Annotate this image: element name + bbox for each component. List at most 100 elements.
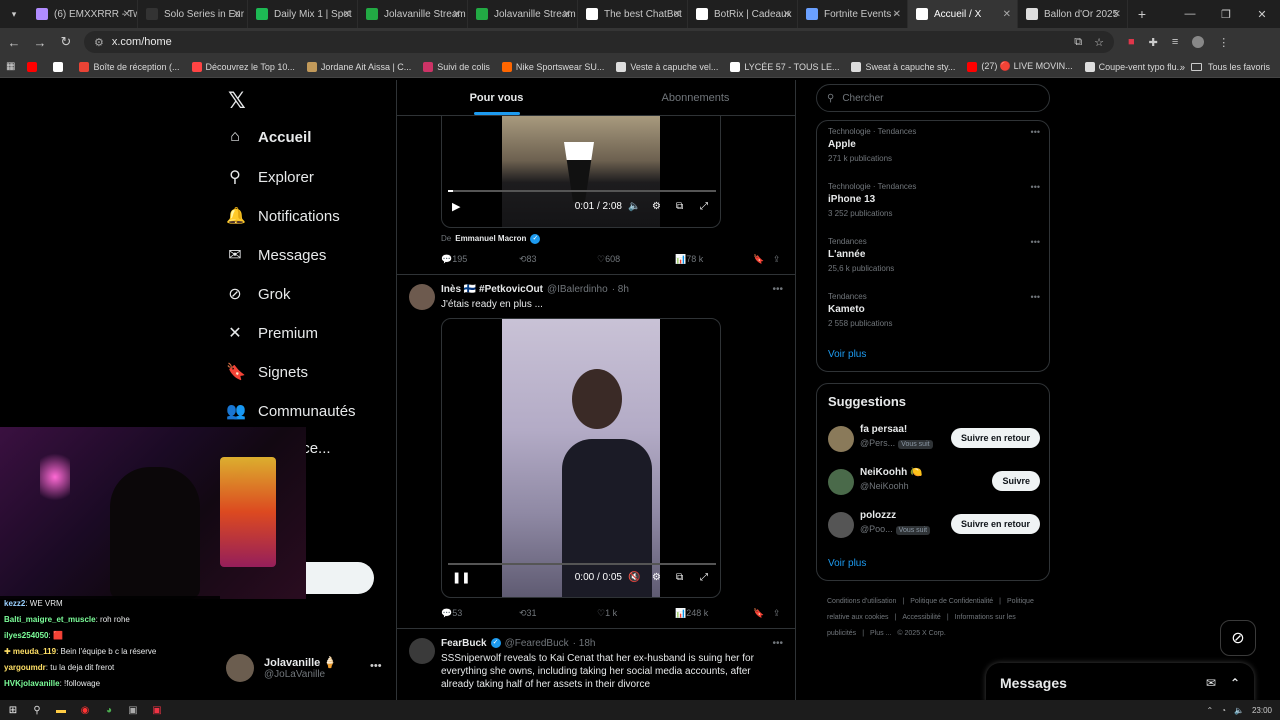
- bookmark-item[interactable]: Découvrez le Top 10...: [186, 61, 301, 72]
- install-icon[interactable]: ⧉: [1074, 36, 1082, 49]
- more-bookmarks-icon[interactable]: »: [1180, 62, 1185, 72]
- follow-button[interactable]: Suivre en retour: [950, 428, 1040, 448]
- close-tab-icon[interactable]: ✕: [123, 9, 131, 20]
- browser-tab[interactable]: Solo Series in Eur ✕: [138, 0, 248, 28]
- avatar-icon[interactable]: [1192, 36, 1205, 48]
- new-message-icon[interactable]: ✉: [1206, 676, 1216, 690]
- browser-tab[interactable]: Accueil / X ✕: [908, 0, 1018, 28]
- suggestion-item[interactable]: polozzz @Poo... Vous suit Suivre en retour: [828, 510, 1040, 540]
- video-progress[interactable]: [448, 563, 716, 565]
- more-icon[interactable]: •••: [772, 638, 783, 649]
- pause-icon[interactable]: ❚❚: [452, 571, 470, 584]
- author-handle[interactable]: @FearedBuck: [505, 638, 569, 649]
- browser-tab[interactable]: BotRix | Cadeaux ✕: [688, 0, 798, 28]
- extension-icon[interactable]: ■: [1128, 36, 1135, 48]
- nav-item-bookmark[interactable]: 🔖 Signets: [226, 362, 308, 382]
- bookmark-item[interactable]: Suivi de colis: [417, 61, 496, 72]
- more-icon[interactable]: •••: [772, 284, 783, 295]
- bookmark-item[interactable]: (27) 🔴 LIVE MOVIN...: [961, 61, 1078, 72]
- see-more-suggestions-link[interactable]: Voir plus: [828, 558, 866, 569]
- more-icon[interactable]: •••: [370, 660, 382, 672]
- play-icon[interactable]: ▶: [452, 200, 460, 213]
- trend-item[interactable]: Technologie · Tendances iPhone 13 3 252 pu…: [828, 182, 1040, 218]
- tab-following[interactable]: Abonnements: [596, 80, 795, 115]
- windows-start-icon[interactable]: ⊞: [6, 703, 20, 717]
- close-tab-icon[interactable]: ✕: [893, 9, 901, 20]
- pip-icon[interactable]: ⧉: [676, 572, 683, 583]
- nav-item-bell[interactable]: 🔔 Notifications: [226, 206, 340, 226]
- avatar[interactable]: [828, 512, 854, 538]
- volume-icon[interactable]: 🔈: [1234, 706, 1244, 715]
- share-icon[interactable]: ⇪: [773, 608, 781, 619]
- avatar[interactable]: [409, 284, 435, 310]
- close-tab-icon[interactable]: ✕: [563, 9, 571, 20]
- avatar[interactable]: [828, 426, 854, 452]
- bookmark-item[interactable]: [21, 61, 47, 72]
- more-icon[interactable]: •••: [1031, 237, 1040, 247]
- trend-item[interactable]: Tendances L'année 25,6 k publications •••: [828, 237, 1040, 273]
- minimize-icon[interactable]: —: [1172, 0, 1208, 28]
- file-explorer-icon[interactable]: ▬: [54, 703, 68, 717]
- star-icon[interactable]: ☆: [1094, 36, 1104, 49]
- nav-item-x[interactable]: ✕ Premium: [226, 323, 318, 343]
- nav-item-communities[interactable]: 👥 Communautés: [226, 401, 356, 421]
- settings-icon[interactable]: ⚙: [652, 572, 661, 583]
- browser-tab[interactable]: Daily Mix 1 | Spot ✕: [248, 0, 358, 28]
- follow-button[interactable]: Suivre: [992, 471, 1040, 491]
- suggestion-item[interactable]: fa persaa! @Pers... Vous suit Suivre en ret…: [828, 424, 1040, 454]
- volume-icon[interactable]: 🔈: [628, 201, 640, 212]
- like-button[interactable]: ♡ 1 k: [597, 608, 617, 619]
- nav-item-grok[interactable]: ⊘ Grok: [226, 284, 290, 304]
- close-tab-icon[interactable]: ✕: [453, 9, 461, 20]
- close-tab-icon[interactable]: ✕: [1113, 9, 1121, 20]
- suggestion-name[interactable]: fa persaa!: [860, 424, 907, 435]
- bookmark-item[interactable]: Boîte de réception (...: [73, 61, 185, 72]
- bookmark-item[interactable]: Sweat à capuche sty...: [845, 61, 961, 72]
- search-icon[interactable]: ⚲: [30, 703, 44, 717]
- muted-icon[interactable]: 🔇: [628, 572, 640, 583]
- bookmark-icon[interactable]: 🔖: [753, 608, 764, 619]
- repost-button[interactable]: ⟲ 31: [519, 608, 537, 619]
- nav-item-mail[interactable]: ✉ Messages: [226, 245, 326, 265]
- author-handle[interactable]: @IBalerdinho: [547, 284, 608, 295]
- footer-link[interactable]: Conditions d'utilisation: [827, 598, 896, 605]
- bookmark-item[interactable]: Jordane Ait Aissa | C...: [301, 61, 417, 72]
- trend-item[interactable]: Tendances Kameto 2 558 publications •••: [828, 292, 1040, 328]
- reload-icon[interactable]: ↻: [54, 30, 78, 54]
- video-progress[interactable]: [448, 190, 716, 192]
- settings-icon[interactable]: ⚙: [652, 201, 661, 212]
- new-tab-button[interactable]: +: [1128, 6, 1156, 22]
- expand-icon[interactable]: ⌃: [1230, 676, 1240, 690]
- more-icon[interactable]: •••: [1031, 127, 1040, 137]
- browser-tab[interactable]: Jolavanille Stream ✕: [468, 0, 578, 28]
- reply-button[interactable]: 💬 195: [441, 254, 467, 265]
- search-input[interactable]: ⚲ Chercher: [816, 84, 1050, 112]
- bookmark-item[interactable]: LYCÉE 57 - TOUS LE...: [724, 61, 845, 72]
- avatar[interactable]: [409, 638, 435, 664]
- attribution-name[interactable]: Emmanuel Macron: [455, 234, 526, 244]
- close-tab-icon[interactable]: ✕: [343, 9, 351, 20]
- more-icon[interactable]: •••: [1031, 292, 1040, 302]
- browser-tab[interactable]: Ballon d'Or 2025 ✕: [1018, 0, 1128, 28]
- suggestion-name[interactable]: NeiKoohh 🍋: [860, 467, 922, 478]
- clock[interactable]: 23:00: [1252, 706, 1272, 715]
- reply-button[interactable]: 💬 53: [441, 608, 462, 619]
- close-window-icon[interactable]: ✕: [1244, 0, 1280, 28]
- chrome-icon[interactable]: ◕: [102, 703, 116, 717]
- all-bookmarks-link[interactable]: Tous les favoris: [1208, 62, 1270, 72]
- footer-link[interactable]: Politique de Confidentialité: [910, 598, 993, 605]
- pip-icon[interactable]: ⧉: [676, 201, 683, 212]
- footer-link[interactable]: Accessibilité: [902, 614, 941, 621]
- network-icon[interactable]: ◔: [1221, 706, 1226, 715]
- app-icon[interactable]: ▣: [126, 703, 140, 717]
- suggestion-name[interactable]: polozzz: [860, 510, 896, 521]
- footer-link[interactable]: Plus ...: [870, 630, 891, 637]
- footer-link[interactable]: © 2025 X Corp.: [897, 630, 945, 637]
- browser-tab[interactable]: (6) EMXXRRR - Tw ✕: [28, 0, 138, 28]
- see-more-trends-link[interactable]: Voir plus: [828, 349, 866, 360]
- fullscreen-icon[interactable]: ⤢: [700, 201, 708, 212]
- restore-icon[interactable]: ❐: [1208, 0, 1244, 28]
- video-player[interactable]: ▶ 0:01 / 2:08 🔈 ⚙ ⧉ ⤢: [441, 116, 721, 228]
- media-icon[interactable]: ≡: [1172, 36, 1178, 48]
- repost-button[interactable]: ⟲ 83: [519, 254, 537, 265]
